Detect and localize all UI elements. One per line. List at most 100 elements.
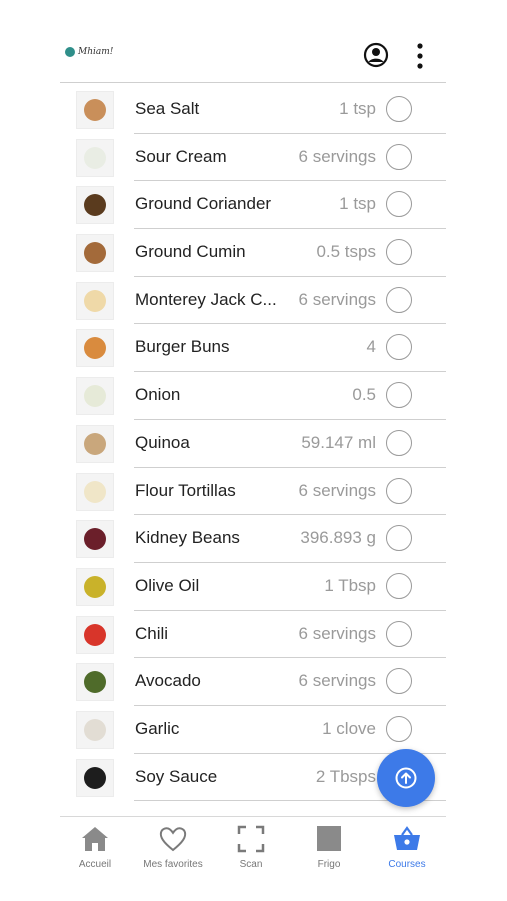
list-item[interactable]: Ground Cumin 0.5 tsps xyxy=(60,229,446,277)
basket-icon xyxy=(394,826,420,850)
ingredient-quantity: 0.5 xyxy=(352,385,376,405)
ingredient-quantity: 1 Tbsp xyxy=(324,575,376,595)
ingredient-image xyxy=(76,615,114,654)
ingredient-name: Garlic xyxy=(135,718,180,738)
item-checkbox[interactable] xyxy=(386,572,412,599)
ingredient-image-icon xyxy=(84,99,106,121)
list-item[interactable]: Monterey Jack C... 6 servings xyxy=(60,277,446,325)
logo-icon xyxy=(65,47,75,57)
nav-label: Mes favorites xyxy=(143,859,203,870)
arrow-up-icon xyxy=(395,767,417,789)
ingredient-image xyxy=(76,138,114,177)
scroll-to-top-button[interactable] xyxy=(377,749,435,807)
nav-label: Courses xyxy=(388,859,426,870)
ingredient-quantity: 6 servings xyxy=(298,671,376,691)
item-checkbox[interactable] xyxy=(386,334,412,361)
nav-item-scan[interactable]: Scan xyxy=(216,823,286,870)
nav-label: Scan xyxy=(239,859,263,870)
list-item[interactable]: Onion 0.5 xyxy=(60,372,446,420)
item-checkbox[interactable] xyxy=(386,715,412,742)
logo-text: Mhiam! xyxy=(78,47,114,57)
grocery-list: Sea Salt 1 tsp Sour Cream 6 servings Ground … xyxy=(60,86,446,802)
nav-item-frigo[interactable]: Frigo xyxy=(294,823,364,870)
list-item[interactable]: Avocado 6 servings xyxy=(60,658,446,706)
ingredient-quantity: 4 xyxy=(366,337,376,357)
ingredient-quantity: 6 servings xyxy=(298,146,376,166)
ingredient-image xyxy=(76,329,114,368)
bottom-nav: Accueil Mes favorites Scan Frigo Courses xyxy=(60,816,446,901)
heart-icon xyxy=(159,827,187,852)
ingredient-image-icon xyxy=(84,575,106,598)
list-item[interactable]: Burger Buns 4 xyxy=(60,324,446,373)
ingredient-image-icon xyxy=(84,432,106,455)
ingredient-quantity: 396.893 g xyxy=(300,528,376,548)
nav-item-courses[interactable]: Courses xyxy=(372,823,442,870)
scan-icon xyxy=(237,825,265,853)
item-checkbox[interactable] xyxy=(386,191,412,218)
ingredient-quantity: 1 tsp xyxy=(339,99,376,118)
list-item[interactable]: Sour Cream 6 servings xyxy=(60,134,446,182)
item-checkbox[interactable] xyxy=(386,668,412,695)
ingredient-image xyxy=(76,472,114,511)
ingredient-image xyxy=(76,186,114,225)
item-checkbox[interactable] xyxy=(386,382,412,409)
home-icon xyxy=(82,827,108,851)
ingredient-image-icon xyxy=(84,528,106,551)
item-checkbox[interactable] xyxy=(386,96,412,122)
item-checkbox[interactable] xyxy=(386,620,412,647)
ingredient-quantity: 0.5 tsps xyxy=(316,242,376,262)
list-item[interactable]: Sea Salt 1 tsp xyxy=(60,86,446,134)
item-checkbox[interactable] xyxy=(386,143,412,170)
ingredient-name: Sour Cream xyxy=(135,146,227,166)
nav-item-accueil[interactable]: Accueil xyxy=(60,823,130,870)
nav-label: Accueil xyxy=(78,859,112,870)
ingredient-image-icon xyxy=(84,385,106,408)
ingredient-image-icon xyxy=(84,146,106,169)
more-options-icon[interactable] xyxy=(410,42,430,70)
nav-item-favorites[interactable]: Mes favorites xyxy=(138,823,208,870)
item-checkbox[interactable] xyxy=(386,525,412,552)
ingredient-image xyxy=(76,424,114,463)
account-icon[interactable] xyxy=(363,42,389,68)
ingredient-name: Olive Oil xyxy=(135,575,200,595)
fridge-icon xyxy=(317,826,341,851)
list-item[interactable]: Flour Tortillas 6 servings xyxy=(60,468,446,516)
ingredient-name: Monterey Jack C... xyxy=(135,289,277,309)
ingredient-name: Soy Sauce xyxy=(135,766,218,786)
ingredient-image xyxy=(76,91,114,129)
item-checkbox[interactable] xyxy=(386,286,412,313)
ingredient-name: Avocado xyxy=(135,671,201,691)
ingredient-image xyxy=(76,377,114,416)
ingredient-quantity: 6 servings xyxy=(298,623,376,643)
ingredient-quantity: 59.147 ml xyxy=(301,432,376,452)
ingredient-quantity: 1 tsp xyxy=(339,194,376,214)
list-item[interactable]: Garlic 1 clove xyxy=(60,706,446,754)
ingredient-image-icon xyxy=(84,480,106,503)
ingredient-quantity: 1 clove xyxy=(322,718,376,738)
ingredient-image-icon xyxy=(84,718,106,741)
list-item[interactable]: Ground Coriander 1 tsp xyxy=(60,181,446,230)
ingredient-image-icon xyxy=(84,289,106,312)
item-checkbox[interactable] xyxy=(386,429,412,456)
item-checkbox[interactable] xyxy=(386,477,412,504)
ingredient-image-icon xyxy=(84,194,106,217)
ingredient-name: Ground Coriander xyxy=(135,194,272,214)
list-item[interactable]: Quinoa 59.147 ml xyxy=(60,420,446,468)
list-item[interactable]: Olive Oil 1 Tbsp xyxy=(60,563,446,611)
ingredient-name: Ground Cumin xyxy=(135,242,246,262)
app-header: Mhiam! xyxy=(60,0,446,83)
list-item[interactable]: Kidney Beans 396.893 g xyxy=(60,515,446,563)
ingredient-name: Sea Salt xyxy=(135,99,200,118)
nav-label: Frigo xyxy=(317,859,341,870)
ingredient-name: Chili xyxy=(135,623,169,643)
ingredient-image xyxy=(76,710,114,749)
ingredient-name: Onion xyxy=(135,385,181,405)
ingredient-quantity: 6 servings xyxy=(298,480,376,500)
ingredient-image-icon xyxy=(84,337,106,360)
ingredient-image-icon xyxy=(84,623,106,646)
ingredient-name: Quinoa xyxy=(135,432,190,452)
app-logo[interactable]: Mhiam! xyxy=(65,47,113,57)
list-item[interactable]: Chili 6 servings xyxy=(60,611,446,659)
ingredient-image-icon xyxy=(84,242,106,265)
item-checkbox[interactable] xyxy=(386,239,412,266)
